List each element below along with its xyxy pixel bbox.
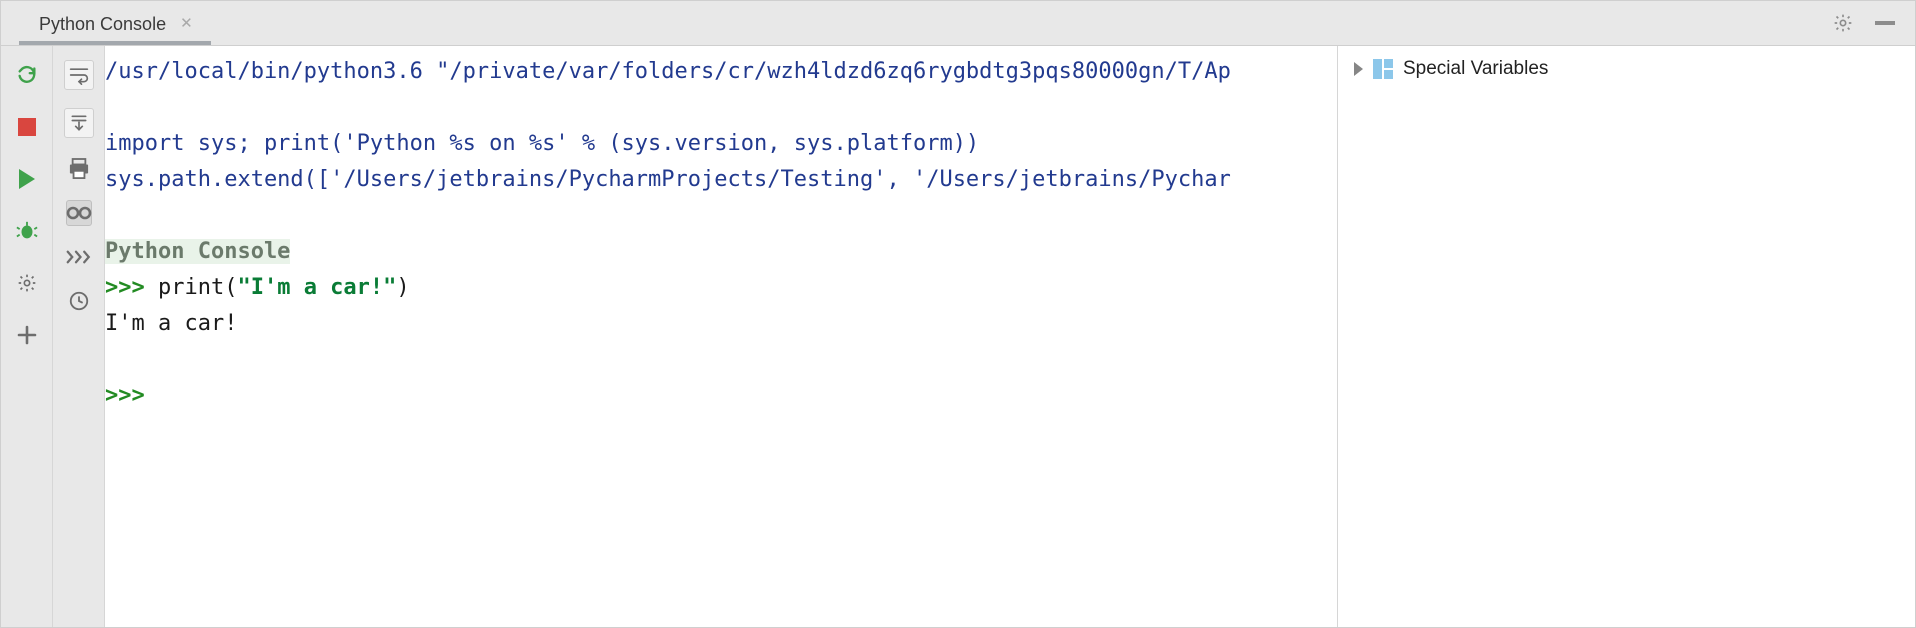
tab-title: Python Console: [39, 14, 166, 35]
console-import-line: import sys; print('Python %s on %s' % (s…: [105, 131, 979, 156]
console-prompt: >>>: [105, 275, 158, 300]
soft-wrap-icon[interactable]: [64, 60, 94, 90]
console-output[interactable]: /usr/local/bin/python3.6 "/private/var/f…: [105, 46, 1337, 627]
special-variables-label: Special Variables: [1403, 58, 1548, 80]
run-icon[interactable]: [14, 166, 40, 192]
add-icon[interactable]: [14, 322, 40, 348]
console-stmt-string: "I'm a car!": [237, 275, 396, 300]
variables-panel: Special Variables: [1337, 46, 1915, 627]
console-toolbar: [53, 46, 105, 627]
tool-window-body: /usr/local/bin/python3.6 "/private/var/f…: [1, 46, 1915, 627]
special-variables-node[interactable]: Special Variables: [1354, 58, 1899, 80]
hide-icon[interactable]: [1873, 11, 1897, 35]
console-extend-line: sys.path.extend(['/Users/jetbrains/Pycha…: [105, 167, 1231, 192]
tab-python-console[interactable]: Python Console ✕: [19, 7, 211, 45]
console-interpreter-line: /usr/local/bin/python3.6 "/private/var/f…: [105, 59, 1231, 84]
close-tab-icon[interactable]: ✕: [180, 14, 193, 32]
debug-icon[interactable]: [14, 218, 40, 244]
console-prompt-empty: >>>: [105, 383, 158, 408]
show-variables-icon[interactable]: [66, 200, 92, 226]
variables-group-icon: [1373, 59, 1393, 79]
print-icon[interactable]: [66, 156, 92, 182]
rerun-icon[interactable]: [14, 62, 40, 88]
settings-icon[interactable]: [14, 270, 40, 296]
console-stmt-suffix: ): [396, 275, 409, 300]
run-toolbar: [1, 46, 53, 627]
tool-window-tabbar: Python Console ✕: [1, 1, 1915, 46]
gear-icon[interactable]: [1831, 11, 1855, 35]
scroll-to-end-icon[interactable]: [64, 108, 94, 138]
stop-icon[interactable]: [14, 114, 40, 140]
console-heading: Python Console: [105, 239, 290, 264]
console-output-line: I'm a car!: [105, 311, 237, 336]
console-stmt-prefix: print(: [158, 275, 237, 300]
history-icon[interactable]: [66, 288, 92, 314]
execute-multiline-icon[interactable]: [66, 244, 92, 270]
expand-triangle-icon[interactable]: [1354, 62, 1363, 76]
